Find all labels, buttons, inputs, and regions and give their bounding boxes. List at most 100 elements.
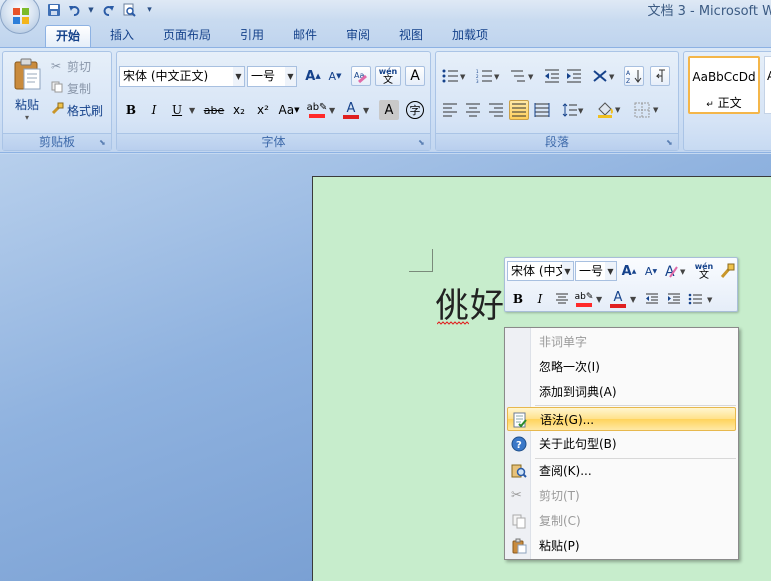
svg-text:▼: ▼	[707, 296, 713, 304]
line-spacing-button[interactable]: ▼	[560, 100, 586, 120]
tab-mailings[interactable]: 邮件	[283, 25, 327, 47]
align-right-button[interactable]	[486, 100, 506, 120]
spelling-squiggle	[437, 321, 469, 325]
chevron-down-icon[interactable]: ▼	[605, 262, 616, 280]
chevron-down-icon[interactable]: ▼	[189, 106, 195, 115]
tab-page-layout[interactable]: 页面布局	[156, 25, 218, 47]
decrease-indent-button[interactable]	[542, 66, 562, 86]
italic-button[interactable]: I	[144, 100, 164, 120]
multilevel-list-button[interactable]: ▼	[508, 66, 536, 86]
clear-format-button[interactable]: Aa	[351, 66, 371, 86]
mini-phonetic-button[interactable]: wén 文	[693, 261, 715, 281]
paste-button[interactable]: 粘贴 ▾	[7, 54, 47, 124]
chevron-down-icon[interactable]: ▼	[88, 3, 94, 18]
tab-review[interactable]: 审阅	[336, 25, 380, 47]
borders-icon: ▼	[634, 102, 659, 118]
mini-shrink-font-button[interactable]: A ▼	[641, 261, 661, 281]
svg-text:Z: Z	[626, 78, 630, 84]
numbering-button[interactable]: 1 2 3 ▼	[474, 66, 502, 86]
strikethrough-button[interactable]: abe	[201, 100, 227, 120]
menu-item-not-a-word: 非词单字	[539, 335, 588, 349]
increase-indent-button[interactable]	[564, 66, 584, 86]
mini-center-button[interactable]	[552, 289, 572, 309]
superscript-button[interactable]: x²	[253, 100, 273, 120]
paint-bucket-icon: ▼	[598, 102, 621, 118]
style-normal-swatch[interactable]: AaBbCcDd ↵ 正文	[688, 56, 760, 114]
chevron-down-icon[interactable]: ▼	[329, 106, 335, 115]
tab-addins[interactable]: 加载项	[445, 25, 495, 47]
dialog-launcher-icon[interactable]: ⬊	[418, 138, 427, 147]
menu-item-add-to-dictionary[interactable]: 添加到词典(A)	[507, 380, 736, 404]
shading-button[interactable]: ▼	[594, 100, 624, 120]
svg-text:▼: ▼	[680, 268, 686, 276]
mini-bold-button[interactable]: B	[508, 289, 528, 309]
mini-bullets-button[interactable]: ▼	[686, 289, 716, 309]
mini-font-size-combo[interactable]: 一号 ▼	[575, 261, 617, 281]
enclose-characters-button[interactable]: 字	[405, 100, 425, 120]
distributed-button[interactable]	[532, 100, 552, 120]
menu-item-grammar-label: 语法(G)...	[540, 413, 595, 427]
tab-insert[interactable]: 插入	[100, 25, 144, 47]
highlight-button[interactable]: ab✎	[307, 100, 327, 120]
mini-font-name-combo[interactable]: 宋体 (中文 ▼	[507, 261, 574, 281]
redo-icon[interactable]	[100, 3, 115, 18]
font-name-combo[interactable]: 宋体 (中文正文) ▼	[119, 66, 245, 87]
font-size-combo[interactable]: 一号 ▼	[247, 66, 297, 87]
menu-item-ignore-once[interactable]: 忽略一次(I)	[507, 355, 736, 379]
chevron-down-icon[interactable]: ▼	[233, 67, 244, 86]
menu-item-paste[interactable]: 粘贴(P)	[507, 534, 736, 558]
phonetic-guide-button[interactable]: wén 文	[375, 66, 401, 86]
chevron-down-icon[interactable]: ▼	[363, 106, 369, 115]
chevron-down-icon[interactable]: ▼	[562, 262, 573, 280]
mini-format-painter-button[interactable]	[717, 261, 737, 281]
mini-grow-font-button[interactable]: A ▲	[619, 261, 639, 281]
tab-home[interactable]: 开始	[45, 25, 91, 47]
menu-item-lookup[interactable]: 查阅(K)...	[507, 459, 736, 483]
grow-font-button[interactable]: A ▲	[303, 66, 323, 86]
copy-icon	[51, 81, 67, 96]
style-next-swatch[interactable]: A	[764, 56, 771, 114]
borders-button[interactable]: ▼	[632, 100, 662, 120]
copy-button[interactable]: 复制	[51, 79, 91, 97]
font-color-button[interactable]: A	[341, 100, 361, 120]
justify-button[interactable]	[509, 100, 529, 120]
subscript-button[interactable]: x₂	[229, 100, 249, 120]
underline-button[interactable]: U	[167, 100, 187, 120]
show-marks-button[interactable]	[650, 66, 670, 86]
align-center-button[interactable]	[463, 100, 483, 120]
mini-highlight-button[interactable]: ab✎	[574, 289, 594, 309]
mini-decrease-indent-button[interactable]	[642, 289, 662, 309]
chevron-down-icon[interactable]: ▼	[596, 295, 602, 304]
print-preview-icon[interactable]	[121, 3, 136, 18]
format-painter-label: 格式刷	[67, 103, 104, 118]
tab-view[interactable]: 视图	[389, 25, 433, 47]
mini-italic-button[interactable]: I	[530, 289, 550, 309]
menu-item-about-sentence[interactable]: ? 关于此句型(B)	[507, 432, 736, 456]
mini-styles-button[interactable]: A ▼	[663, 261, 689, 281]
save-icon[interactable]	[46, 3, 61, 18]
chevron-down-icon[interactable]: ▼	[285, 67, 296, 86]
tab-references[interactable]: 引用	[230, 25, 274, 47]
chevron-down-icon[interactable]: ▼	[630, 295, 636, 304]
mini-toolbar: 宋体 (中文 ▼ 一号 ▼ A ▲ A ▼ A ▼ wén 文 B I ab✎ ▼ A…	[504, 257, 738, 312]
align-left-button[interactable]	[440, 100, 460, 120]
character-border-button[interactable]: A	[405, 66, 425, 86]
customize-arrow-icon[interactable]: ▾	[142, 3, 157, 18]
bold-button[interactable]: B	[121, 100, 141, 120]
change-case-button[interactable]: Aa ▼	[277, 100, 301, 120]
shrink-font-button[interactable]: A ▼	[325, 66, 345, 86]
menu-item-grammar[interactable]: 语法(G)...	[507, 407, 736, 431]
asian-layout-button[interactable]: ▼	[590, 66, 618, 86]
format-painter-button[interactable]: 格式刷	[51, 101, 103, 119]
mini-font-color-button[interactable]: A	[608, 289, 628, 309]
cut-button[interactable]: ✂ 剪切	[51, 57, 91, 75]
document-text[interactable]: 佻好	[435, 278, 505, 327]
sort-button[interactable]: AZ	[624, 66, 644, 86]
dialog-launcher-icon[interactable]: ⬊	[666, 138, 675, 147]
character-shading-button[interactable]: A	[379, 100, 399, 120]
undo-icon[interactable]	[67, 3, 82, 18]
bullets-button[interactable]: ▼	[440, 66, 468, 86]
paragraph-group-label: 段落	[436, 133, 678, 150]
mini-increase-indent-button[interactable]	[664, 289, 684, 309]
dialog-launcher-icon[interactable]: ⬊	[99, 138, 108, 147]
